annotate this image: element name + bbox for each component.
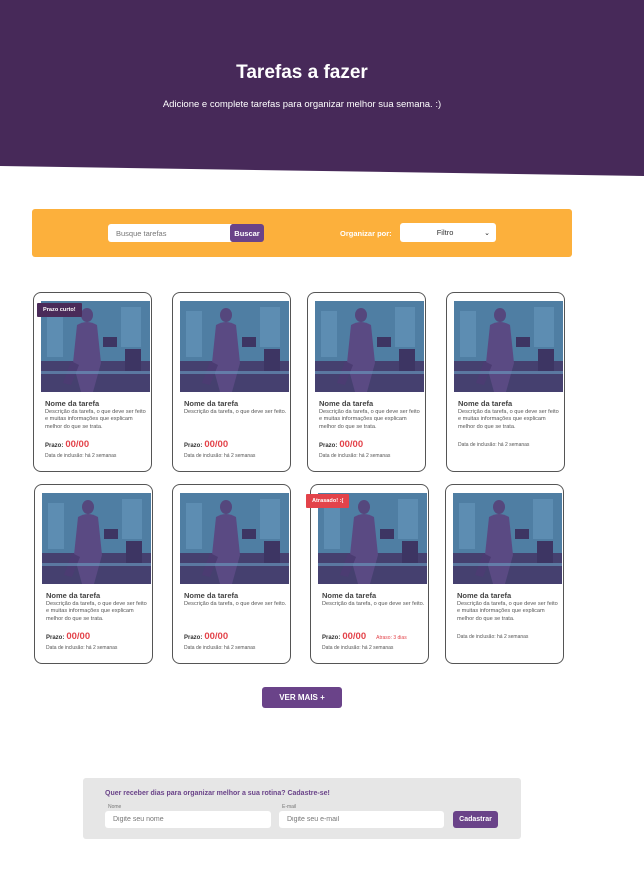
- name-field[interactable]: [105, 811, 271, 828]
- late-note: Atraso: 3 dias: [376, 635, 407, 641]
- task-deadline: Prazo: 00/00: [46, 631, 90, 642]
- short-deadline-badge: Prazo curto!: [37, 303, 82, 317]
- task-image: [454, 301, 563, 392]
- task-description: Descrição da tarefa, o que deve ser feit…: [184, 601, 287, 607]
- task-card[interactable]: Nome da tarefa Descrição da tarefa, o qu…: [307, 292, 426, 472]
- task-added-date: Data de inclusão: há 2 semanas: [458, 442, 530, 448]
- deadline-label: Prazo:: [184, 635, 203, 641]
- email-field[interactable]: [279, 811, 444, 828]
- task-added-date: Data de inclusão: há 2 semanas: [319, 453, 391, 459]
- task-name: Nome da tarefa: [322, 591, 377, 600]
- deadline-date: 00/00: [204, 631, 229, 642]
- hero-banner: Tarefas a fazer Adicione e complete tare…: [0, 0, 644, 176]
- deadline-label: Prazo:: [322, 635, 341, 641]
- deadline-label: Prazo:: [184, 443, 203, 449]
- task-card[interactable]: Nome da tarefa Descrição da tarefa, o qu…: [33, 292, 152, 472]
- task-description: Descrição da tarefa, o que deve ser feit…: [184, 409, 287, 415]
- name-label: Nome: [108, 804, 122, 810]
- page-subtitle: Adicione e complete tarefas para organiz…: [162, 99, 442, 110]
- task-card[interactable]: Nome da tarefa Descrição da tarefa, o qu…: [446, 292, 565, 472]
- task-card[interactable]: Nome da tarefa Descrição da tarefa, o qu…: [34, 484, 153, 664]
- deadline-label: Prazo:: [319, 443, 338, 449]
- task-image: [180, 493, 289, 584]
- search-input[interactable]: [108, 224, 232, 242]
- task-name: Nome da tarefa: [319, 399, 374, 408]
- search-button[interactable]: Buscar: [230, 224, 264, 242]
- task-added-date: Data de inclusão: há 2 semanas: [46, 645, 118, 651]
- task-name: Nome da tarefa: [46, 591, 101, 600]
- chevron-down-icon: ⌄: [484, 229, 490, 237]
- subscribe-button[interactable]: Cadastrar: [453, 811, 498, 828]
- task-deadline: Prazo: 00/00: [184, 439, 228, 450]
- deadline-label: Prazo:: [45, 443, 64, 449]
- task-added-date: Data de inclusão: há 2 semanas: [184, 645, 256, 651]
- task-name: Nome da tarefa: [184, 591, 239, 600]
- task-card[interactable]: Nome da tarefa Descrição da tarefa, o qu…: [310, 484, 429, 664]
- task-deadline: Prazo: 00/00: [319, 439, 363, 450]
- task-card[interactable]: Nome da tarefa Descrição da tarefa, o qu…: [445, 484, 564, 664]
- task-card[interactable]: Nome da tarefa Descrição da tarefa, o qu…: [172, 484, 291, 664]
- task-image: [315, 301, 424, 392]
- task-image: [42, 493, 151, 584]
- search-toolbar: Buscar Organizar por: Filtro ⌄: [32, 209, 572, 257]
- deadline-label: Prazo:: [46, 635, 65, 641]
- filter-value: Filtro: [436, 228, 454, 237]
- deadline-date: 00/00: [204, 439, 229, 450]
- task-added-date: Data de inclusão: há 2 semanas: [184, 453, 256, 459]
- task-image: [180, 301, 289, 392]
- task-name: Nome da tarefa: [45, 399, 100, 408]
- deadline-date: 00/00: [339, 439, 364, 450]
- task-name: Nome da tarefa: [457, 591, 512, 600]
- task-added-date: Data de inclusão: há 2 semanas: [45, 453, 117, 459]
- deadline-date: 00/00: [65, 439, 90, 450]
- task-added-date: Data de inclusão: há 2 semanas: [457, 634, 529, 640]
- newsletter-form: Quer receber dias para organizar melhor …: [83, 778, 521, 839]
- task-description: Descrição da tarefa, o que deve ser feit…: [322, 601, 425, 607]
- filter-select[interactable]: Filtro ⌄: [400, 223, 496, 242]
- task-name: Nome da tarefa: [458, 399, 513, 408]
- deadline-date: 00/00: [66, 631, 91, 642]
- task-image: [453, 493, 562, 584]
- email-label: E-mail: [282, 804, 297, 810]
- task-card[interactable]: Nome da tarefa Descrição da tarefa, o qu…: [172, 292, 291, 472]
- page-title: Tarefas a fazer: [236, 62, 368, 83]
- task-deadline: Prazo: 00/00: [45, 439, 89, 450]
- load-more-button[interactable]: VER MAIS +: [262, 687, 342, 708]
- task-added-date: Data de inclusão: há 2 semanas: [322, 645, 394, 651]
- task-description: Descrição da tarefa, o que deve ser feit…: [457, 601, 558, 622]
- task-description: Descrição da tarefa, o que deve ser feit…: [458, 409, 559, 430]
- task-name: Nome da tarefa: [184, 399, 239, 408]
- newsletter-title: Quer receber dias para organizar melhor …: [105, 790, 330, 797]
- deadline-date: 00/00: [342, 631, 367, 642]
- task-deadline: Prazo: 00/00 Atraso: 3 dias: [322, 631, 407, 642]
- task-description: Descrição da tarefa, o que deve ser feit…: [46, 601, 147, 622]
- sort-label: Organizar por:: [340, 229, 392, 238]
- late-badge: Atrasado! :(: [306, 494, 350, 508]
- task-deadline: Prazo: 00/00: [184, 631, 228, 642]
- task-description: Descrição da tarefa, o que deve ser feit…: [45, 409, 146, 430]
- hero-background: [0, 0, 644, 176]
- task-description: Descrição da tarefa, o que deve ser feit…: [319, 409, 420, 430]
